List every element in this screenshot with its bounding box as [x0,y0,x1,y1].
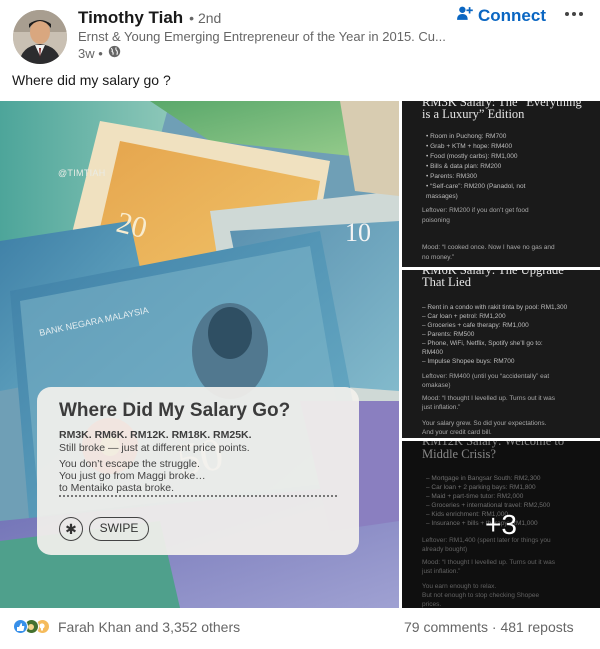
thumb-title: is a Luxury” Edition [422,107,525,121]
thumb-list-item: – Impulse Shopee buys: RM700 [422,358,515,365]
post-media-grid: BANK NEGARA MALAYSIA 50 20 10 @TIMTIAH W… [0,101,600,608]
thumbnail-rm12k[interactable]: RM12K Salary: Welcome to Middle Crisis? … [402,441,600,608]
connect-button[interactable]: Connect [456,4,546,28]
thumb-mood: just inflation.” [422,404,461,411]
social-counts-bar: Farah Khan and 3,352 others 79 comments … [0,614,600,644]
connect-label: Connect [478,6,546,25]
post-text: Where did my salary go ? [12,72,171,88]
ellipsis-icon[interactable] [560,2,588,26]
thumb-mood: Mood: “I thought I levelled up. Turns ou… [422,395,555,402]
post-timestamp: 3w • [78,45,103,61]
author-headline: Ernst & Young Emerging Entrepreneur of t… [78,29,446,44]
thumb-leftover: poisoning [422,217,450,224]
thumb-list-item: • “Self-care”: RM200 (Panadol, not [426,183,526,190]
swipe-button[interactable]: SWIPE [89,517,149,541]
svg-text:10: 10 [345,218,371,247]
post-meta: 3w • [78,45,121,61]
cover-line: You don’t escape the struggle. [59,458,200,470]
thumbnail-rm6k[interactable]: RM6K Salary: The Upgrade That Lied – Ren… [402,270,600,438]
thumb-leftover: Leftover: RM200 if you don’t get food [422,207,529,214]
thumb-leftover: Leftover: RM400 (until you “accidentally… [422,373,550,380]
thumb-mood: no money.” [422,254,455,261]
thumb-mood: Mood: “I cooked once. Now I have no gas … [422,244,555,251]
reaction-summary[interactable]: Farah Khan and 3,352 others [58,619,240,635]
author-avatar[interactable] [13,10,67,64]
thumb-footer: And your credit card bill. [422,429,492,436]
connection-degree: • 2nd [189,10,222,26]
thumb-leftover: omakase) [422,382,451,389]
post-header: Timothy Tiah • 2nd Ernst & Young Emergin… [0,0,600,70]
thumb-list-item: – Rent in a condo with rakit tinta by po… [422,304,568,311]
asterisk-icon[interactable]: ✱ [59,517,83,541]
thumb-list-item: – Car loan + petrol: RM1,200 [422,313,506,320]
thumb-list-item: • Room in Puchong: RM700 [426,133,507,140]
add-person-icon [456,5,478,27]
cover-line: to Mentaiko pasta broke. [59,482,174,494]
thumb-list-item: • Food (mostly carbs): RM1,000 [426,153,518,160]
globe-icon [108,45,121,61]
cover-title: Where Did My Salary Go? [59,400,291,421]
watermark-text: @TIMTIAH [58,168,106,178]
thumb-list-item: – Groceries + cafe therapy: RM1,000 [422,322,529,329]
thumbnail-rm3k[interactable]: RM3K Salary: The “Everything is a Luxury… [402,101,600,267]
author-name[interactable]: Timothy Tiah [78,8,183,28]
reaction-icons[interactable] [13,619,50,634]
like-icon [13,619,28,634]
thumb-list-item: massages) [426,193,458,200]
thumb-list-item: • Grab + KTM + hope: RM400 [426,143,513,150]
thumb-footer: Your salary grew. So did your expectatio… [422,420,547,427]
cover-amounts: RM3K. RM6K. RM12K. RM18K. RM25K. [59,429,252,441]
thumb-list-item: – Parents: RM500 [422,331,475,338]
cover-line: You just go from Maggi broke… [59,470,206,482]
thumb-list-item: • Bills & data plan: RM200 [426,163,502,170]
divider [59,495,337,497]
thumb-list-item: RM400 [422,349,443,356]
comments-reposts-count[interactable]: 79 comments · 481 reposts [404,619,574,635]
thumb-list-item: • Parents: RM300 [426,173,478,180]
thumb-title: That Lied [422,275,471,289]
main-image[interactable]: BANK NEGARA MALAYSIA 50 20 10 @TIMTIAH W… [0,101,399,608]
cover-line: Still broke — just at different price po… [59,442,250,454]
thumb-list-item: – Phone, WiFi, Netflix, Spotify she’ll g… [422,340,543,347]
more-images-count[interactable]: +3 [485,509,517,541]
cover-card: Where Did My Salary Go? RM3K. RM6K. RM12… [37,387,359,555]
